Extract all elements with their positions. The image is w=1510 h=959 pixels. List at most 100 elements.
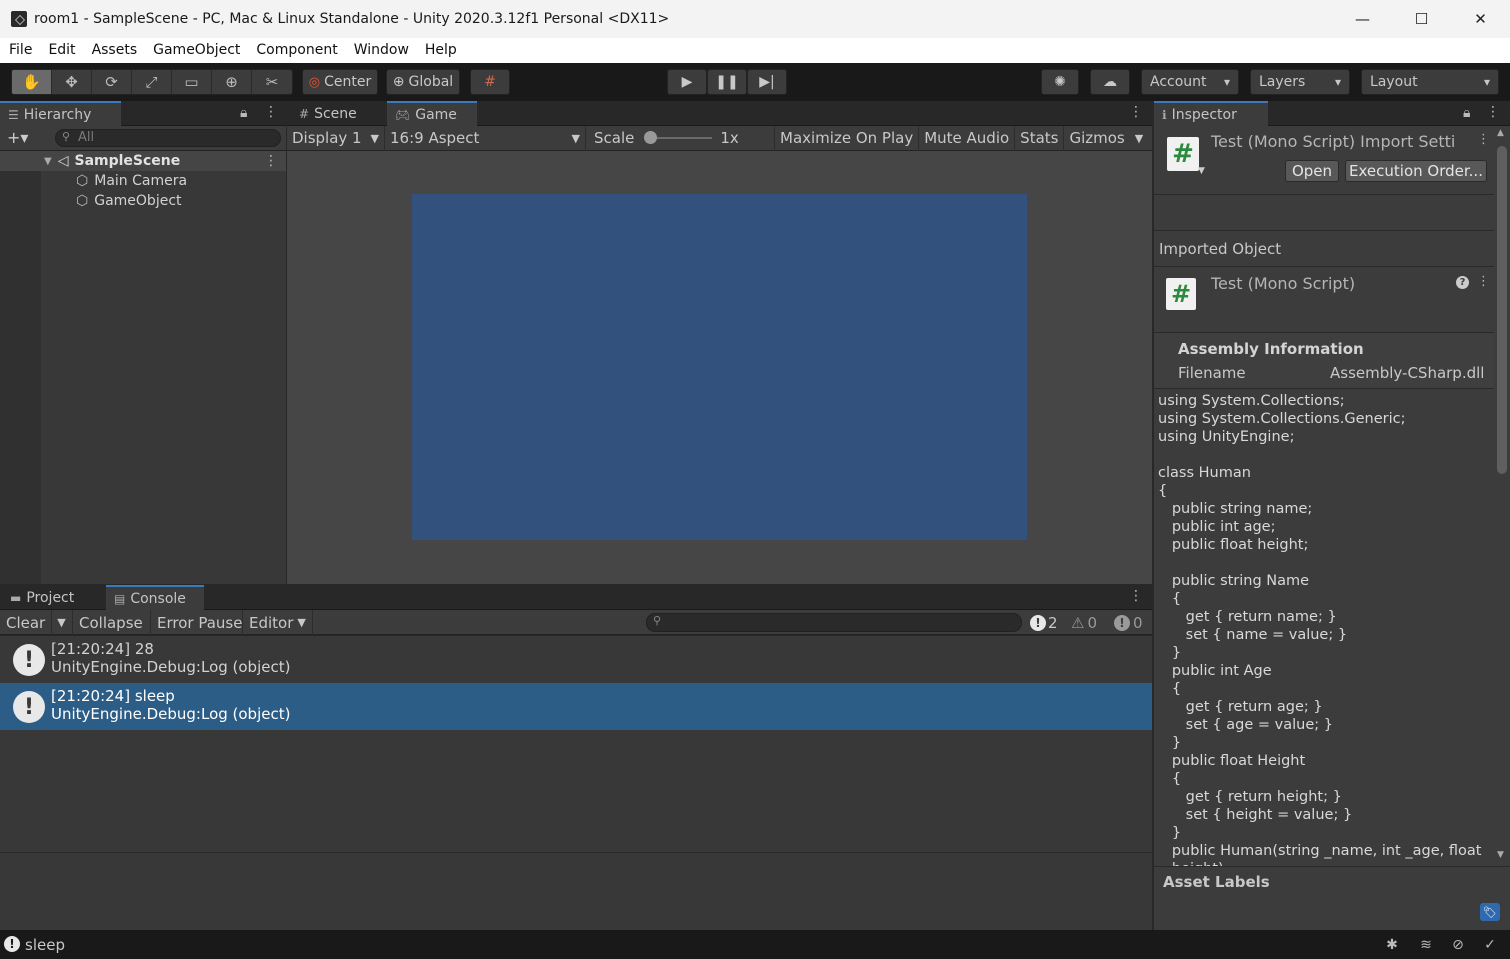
- menu-help[interactable]: Help: [417, 38, 465, 63]
- title-bar: room1 - SampleScene - PC, Mac & Linux St…: [0, 0, 1510, 38]
- layout-dropdown[interactable]: Layout: [1361, 69, 1499, 95]
- editor-dropdown[interactable]: Editor ▼: [242, 610, 313, 635]
- inspector-body: # ▼ Test (Mono Script) Import Setti ⋮ Op…: [1154, 126, 1494, 930]
- menu-gameobject[interactable]: GameObject: [145, 38, 248, 63]
- component-menu-icon[interactable]: ⋮: [1477, 274, 1490, 289]
- scroll-up-icon[interactable]: ▲: [1497, 128, 1504, 138]
- global-space-button[interactable]: ⊕ Global: [386, 69, 460, 95]
- console-detail-divider[interactable]: [0, 852, 1152, 853]
- layers-dropdown[interactable]: Layers: [1250, 69, 1350, 95]
- menu-assets[interactable]: Assets: [84, 38, 146, 63]
- pause-button[interactable]: ❚❚: [707, 69, 747, 95]
- clear-options-chevron-icon[interactable]: ▼: [51, 610, 71, 635]
- move-tool-icon[interactable]: ✥: [52, 70, 92, 94]
- lock-icon[interactable]: 🔒︎: [1463, 105, 1470, 121]
- account-dropdown[interactable]: Account: [1141, 69, 1239, 95]
- warning-icon: ⚠: [1071, 613, 1085, 632]
- maximize-button[interactable]: ☐: [1392, 0, 1451, 38]
- console-entry[interactable]: ! [21:20:24] 28 UnityEngine.Debug:Log (o…: [0, 636, 1152, 683]
- pivot-center-button[interactable]: ◎ Center: [302, 69, 378, 95]
- scene-menu-icon[interactable]: ⋮: [264, 153, 278, 169]
- header-menu-icon[interactable]: ⋮: [1477, 132, 1490, 147]
- menu-window[interactable]: Window: [346, 38, 417, 63]
- script-name: Test (Mono Script): [1211, 274, 1356, 293]
- play-button[interactable]: ▶: [667, 69, 707, 95]
- clear-button[interactable]: Clear: [6, 610, 45, 635]
- step-button[interactable]: ▶|: [747, 69, 787, 95]
- hierarchy-item-main-camera[interactable]: ⬡ Main Camera: [76, 171, 187, 191]
- hierarchy-menu-icon[interactable]: ⋮: [264, 104, 278, 120]
- log-message: [21:20:24] 28: [51, 640, 154, 658]
- scale-slider-thumb[interactable]: [644, 131, 658, 144]
- log-count-toggle[interactable]: ! 2: [1030, 610, 1058, 635]
- custom-tools-icon[interactable]: ✂: [252, 70, 292, 94]
- hierarchy-item-gameobject[interactable]: ⬡ GameObject: [76, 191, 182, 211]
- console-tab-label: Console: [130, 590, 186, 607]
- lock-icon[interactable]: 🔒︎: [240, 105, 247, 121]
- collapse-button[interactable]: Collapse: [72, 610, 149, 635]
- tab-hierarchy[interactable]: ☰ Hierarchy: [0, 101, 121, 126]
- gameobject-cube-icon: ⬡: [76, 173, 89, 189]
- console-entry-selected[interactable]: ! [21:20:24] sleep UnityEngine.Debug:Log…: [0, 683, 1152, 730]
- tab-scene[interactable]: # Scene: [291, 101, 365, 126]
- main-toolbar: ✋ ✥ ⟳ ⤢ ▭ ⊕ ✂ ◎ Center ⊕ Global # ▶ ❚❚ ▶…: [0, 63, 1510, 101]
- maximize-on-play-button[interactable]: Maximize On Play: [775, 125, 920, 151]
- scroll-down-icon[interactable]: ▼: [1497, 850, 1504, 860]
- gizmos-button[interactable]: Gizmos ▼: [1064, 126, 1148, 151]
- scale-slider[interactable]: [644, 131, 713, 144]
- collab-button[interactable]: ✺: [1041, 69, 1079, 95]
- stats-button[interactable]: Stats: [1015, 125, 1065, 151]
- status-message[interactable]: sleep: [25, 936, 65, 954]
- tab-project[interactable]: ▬ Project: [2, 585, 82, 610]
- display-dropdown[interactable]: Display 1 ▼: [287, 125, 385, 151]
- grid-snap-button[interactable]: #: [470, 69, 510, 95]
- error-count-toggle[interactable]: ! 0: [1114, 610, 1143, 635]
- script-source-preview: using System.Collections; using System.C…: [1158, 393, 1482, 877]
- hierarchy-tab-label: Hierarchy: [23, 106, 92, 123]
- menu-component[interactable]: Component: [248, 38, 345, 63]
- mute-audio-button[interactable]: Mute Audio: [919, 125, 1016, 151]
- cloud-button[interactable]: ☁: [1090, 69, 1130, 95]
- console-menu-icon[interactable]: ⋮: [1129, 588, 1143, 604]
- scale-tool-icon[interactable]: ⤢: [132, 70, 172, 94]
- add-icon[interactable]: +▾: [7, 128, 28, 147]
- chevron-down-icon[interactable]: ▼: [1198, 166, 1205, 176]
- scene-row[interactable]: ▼ ◁ SampleScene ⋮: [0, 151, 286, 171]
- execution-order-button[interactable]: Execution Order...: [1345, 160, 1487, 182]
- aspect-dropdown[interactable]: 16:9 Aspect ▼: [385, 125, 586, 151]
- console-search-input[interactable]: ⚲: [646, 613, 1022, 632]
- expand-arrow-icon[interactable]: ▼: [44, 156, 52, 167]
- warning-count: 0: [1087, 613, 1097, 632]
- game-menu-icon[interactable]: ⋮: [1129, 104, 1143, 120]
- tab-console[interactable]: ▤ Console: [106, 585, 204, 610]
- inspector-scrollbar[interactable]: ▲ ▼: [1494, 126, 1510, 866]
- bug-icon[interactable]: ✱: [1383, 936, 1401, 954]
- game-render-screen[interactable]: [412, 194, 1027, 540]
- game-view-area[interactable]: [287, 151, 1152, 584]
- help-icon[interactable]: ?: [1456, 276, 1469, 289]
- error-pause-button[interactable]: Error Pause: [150, 610, 248, 635]
- divider: [1154, 388, 1494, 389]
- scrollbar-thumb[interactable]: [1497, 146, 1507, 474]
- minimize-button[interactable]: —: [1333, 0, 1392, 38]
- clear-label: Clear: [6, 613, 46, 632]
- hierarchy-search-input[interactable]: ⚲ All: [55, 129, 281, 147]
- transform-tool-icon[interactable]: ⊕: [212, 70, 252, 94]
- lighting-icon[interactable]: ≋: [1417, 936, 1435, 954]
- game-tab-label: Game: [415, 106, 457, 123]
- inspector-menu-icon[interactable]: ⋮: [1486, 104, 1500, 120]
- tab-game[interactable]: 🎮︎ Game: [387, 101, 477, 126]
- cache-icon[interactable]: ⊘: [1449, 936, 1467, 954]
- rotate-tool-icon[interactable]: ⟳: [92, 70, 132, 94]
- open-button[interactable]: Open: [1285, 160, 1339, 182]
- tag-icon[interactable]: 🏷︎: [1480, 903, 1500, 921]
- chevron-down-icon[interactable]: ▼: [1135, 132, 1143, 145]
- rect-tool-icon[interactable]: ▭: [172, 70, 212, 94]
- hand-tool-icon[interactable]: ✋: [12, 70, 52, 94]
- menu-edit[interactable]: Edit: [40, 38, 83, 63]
- progress-icon[interactable]: ✓: [1481, 936, 1499, 954]
- menu-file[interactable]: File: [0, 38, 40, 63]
- close-button[interactable]: ✕: [1451, 0, 1510, 38]
- warning-count-toggle[interactable]: ⚠ 0: [1071, 610, 1097, 635]
- tab-inspector[interactable]: ℹ Inspector: [1154, 101, 1268, 126]
